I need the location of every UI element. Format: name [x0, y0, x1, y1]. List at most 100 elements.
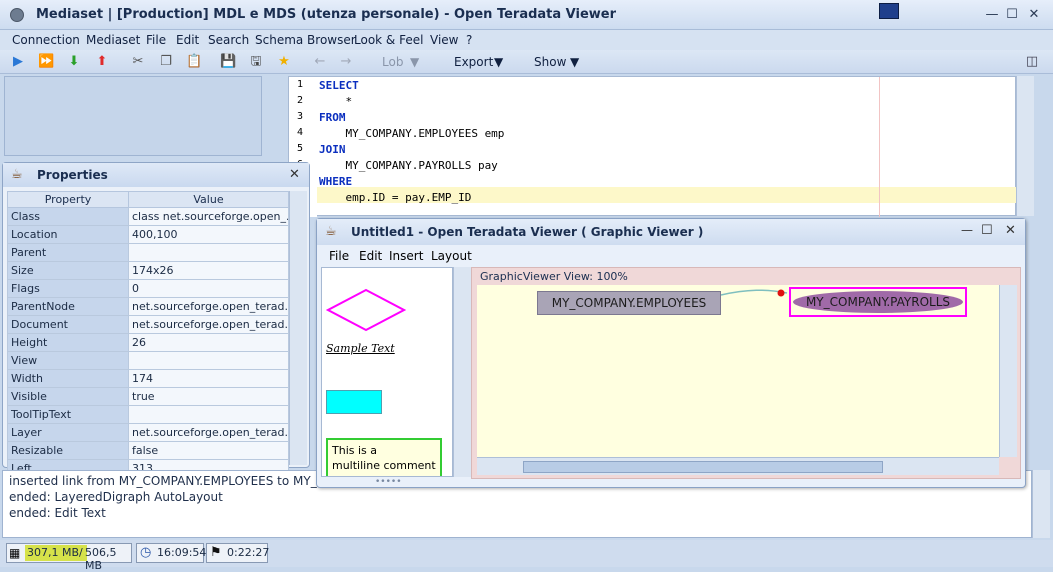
code-line[interactable]: FROM: [319, 111, 346, 124]
menu-look-and-feel[interactable]: Look & Feel: [354, 33, 423, 47]
table-row[interactable]: Location 400,100: [7, 225, 289, 244]
property-value[interactable]: net.sourceforge.open_terad...: [128, 297, 289, 316]
clock-icon: ◷: [140, 545, 152, 560]
drag-handle[interactable]: •••••: [375, 477, 402, 487]
minimize-icon[interactable]: —: [961, 223, 973, 237]
property-value[interactable]: 174: [128, 369, 289, 388]
properties-panel: ☕ Properties ✕ Property Value Class class…: [2, 162, 310, 478]
property-value[interactable]: 0: [128, 279, 289, 298]
show-dropdown-icon[interactable]: ▼: [570, 55, 579, 69]
menu-search[interactable]: Search: [208, 33, 249, 47]
code-line[interactable]: MY_COMPANY.EMPLOYEES emp: [319, 127, 504, 140]
property-value[interactable]: true: [128, 387, 289, 406]
layout-icon[interactable]: ◫: [1024, 54, 1040, 70]
menu-mediaset[interactable]: Mediaset: [86, 33, 140, 47]
sample-text-shape[interactable]: Sample Text: [326, 342, 395, 355]
minimize-icon[interactable]: —: [984, 8, 1000, 22]
runner-icon: ⚑: [210, 545, 222, 560]
table-row[interactable]: Parent: [7, 243, 289, 262]
table-row[interactable]: Flags 0: [7, 279, 289, 298]
table-row[interactable]: Layer net.sourceforge.open_terad...: [7, 423, 289, 442]
paste-icon[interactable]: 📋: [186, 54, 202, 70]
canvas-vertical-scrollbar[interactable]: [999, 285, 1017, 457]
copy-icon[interactable]: ❐: [158, 54, 174, 70]
table-row[interactable]: Width 174: [7, 369, 289, 388]
editor-scrollbar[interactable]: [1016, 76, 1034, 216]
save-icon[interactable]: 💾: [220, 54, 236, 70]
code-line[interactable]: WHERE: [319, 175, 352, 188]
maximize-icon[interactable]: ☐: [981, 223, 993, 238]
property-value[interactable]: net.sourceforge.open_terad...: [128, 315, 289, 334]
node-employees[interactable]: MY_COMPANY.EMPLOYEES: [537, 291, 721, 315]
property-value[interactable]: [128, 405, 289, 424]
show-button[interactable]: Show: [534, 55, 566, 69]
schema-tree-pane[interactable]: [4, 76, 262, 156]
monitor-icon[interactable]: [879, 3, 899, 19]
code-line[interactable]: *: [319, 95, 352, 108]
cut-icon[interactable]: ✂: [130, 54, 146, 70]
code-line[interactable]: JOIN: [319, 143, 346, 156]
comment-shape[interactable]: This is a multiline comment: [326, 438, 442, 476]
canvas-horizontal-scrollbar[interactable]: [477, 457, 999, 475]
code-line[interactable]: SELECT: [319, 79, 359, 92]
table-row[interactable]: Class class net.sourceforge.open_...: [7, 207, 289, 226]
table-row[interactable]: ToolTipText: [7, 405, 289, 424]
node-payrolls[interactable]: MY_COMPANY.PAYROLLS: [793, 291, 963, 313]
close-icon[interactable]: ✕: [289, 167, 300, 182]
properties-table: Property Value Class class net.sourceforg…: [7, 191, 289, 478]
column-header-property[interactable]: Property: [7, 191, 129, 208]
close-icon[interactable]: ✕: [1005, 223, 1016, 238]
line-number: 1: [297, 79, 304, 90]
down-arrow-icon[interactable]: ⬇: [66, 54, 82, 70]
property-value[interactable]: 174x26: [128, 261, 289, 280]
table-row[interactable]: Size 174x26: [7, 261, 289, 280]
save-as-icon[interactable]: 🖫: [248, 54, 264, 70]
properties-scrollbar[interactable]: [289, 191, 307, 465]
menu-file[interactable]: File: [146, 33, 166, 47]
rectangle-shape[interactable]: [326, 390, 382, 414]
gv-menu-edit[interactable]: Edit: [359, 249, 382, 263]
console-scrollbar[interactable]: [1032, 470, 1050, 538]
menu-schema-browser[interactable]: Schema Browser: [255, 33, 356, 47]
property-value[interactable]: false: [128, 441, 289, 460]
graphic-canvas[interactable]: MY_COMPANY.EMPLOYEES MY_COMPANY.PAYROLLS: [477, 285, 999, 457]
property-value[interactable]: [128, 351, 289, 370]
up-arrow-icon[interactable]: ⬆: [94, 54, 110, 70]
star-icon[interactable]: ★: [276, 54, 292, 70]
property-value[interactable]: [128, 243, 289, 262]
run-icon[interactable]: ▶: [10, 54, 26, 70]
export-dropdown-icon[interactable]: ▼: [494, 55, 503, 69]
diamond-shape[interactable]: [326, 288, 406, 332]
run-all-icon[interactable]: ⏩: [38, 54, 54, 70]
close-icon[interactable]: ✕: [1026, 8, 1042, 22]
table-row[interactable]: ParentNode net.sourceforge.open_terad...: [7, 297, 289, 316]
property-value[interactable]: class net.sourceforge.open_...: [128, 207, 289, 226]
table-row[interactable]: Height 26: [7, 333, 289, 352]
elapsed-time: 0:22:27: [227, 546, 270, 559]
code-line[interactable]: MY_COMPANY.PAYROLLS pay: [319, 159, 497, 172]
menu-edit[interactable]: Edit: [176, 33, 199, 47]
memory-indicator[interactable]: ▦ 307,1 MB / 506,5 MB: [6, 543, 132, 572]
table-row[interactable]: Resizable false: [7, 441, 289, 460]
maximize-icon[interactable]: ☐: [1004, 8, 1020, 22]
code-line[interactable]: emp.ID = pay.EMP_ID: [319, 191, 471, 204]
table-row[interactable]: Visible true: [7, 387, 289, 406]
gv-menu-file[interactable]: File: [329, 249, 349, 263]
palette-scrollbar[interactable]: [453, 267, 471, 477]
horizontal-scroll-thumb[interactable]: [523, 461, 883, 473]
table-row[interactable]: Document net.sourceforge.open_terad...: [7, 315, 289, 334]
node-payrolls-selection[interactable]: MY_COMPANY.PAYROLLS: [789, 287, 967, 317]
menu-view[interactable]: View: [430, 33, 458, 47]
gv-menu-insert[interactable]: Insert: [389, 249, 423, 263]
gv-menu-layout[interactable]: Layout: [431, 249, 472, 263]
property-value[interactable]: 26: [128, 333, 289, 352]
clock-time: 16:09:54: [157, 546, 207, 559]
property-value[interactable]: net.sourceforge.open_terad...: [128, 423, 289, 442]
table-row[interactable]: View: [7, 351, 289, 370]
property-value[interactable]: 400,100: [128, 225, 289, 244]
menu-connection[interactable]: Connection: [12, 33, 80, 47]
menu-help[interactable]: ?: [466, 33, 472, 47]
export-button[interactable]: Export: [454, 55, 493, 69]
column-header-value[interactable]: Value: [128, 191, 289, 208]
sql-editor[interactable]: 1 SELECT 2 * 3 FROM 4 MY_COMPANY.EMPLOYEES em…: [288, 76, 1017, 217]
